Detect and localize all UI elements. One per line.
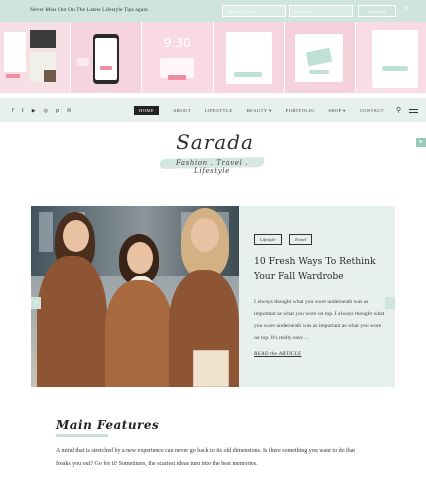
read-article-link[interactable]: READ the ARTICLE [254,351,386,357]
chevron-right-icon: › [388,299,392,306]
slider-next-button[interactable]: › [385,297,395,309]
instagram-icon[interactable]: ◎ [44,108,48,114]
youtube-icon[interactable]: ▶ [32,108,36,114]
close-icon[interactable]: × [404,3,409,12]
instagram-post[interactable] [284,22,356,93]
menu-item-lifestyle[interactable]: LIFESTYLE [205,108,233,113]
menu-item-shop[interactable]: SHOP ▾ [328,108,345,114]
newsletter-message: Never Miss Out On The Latest Lifestyle T… [30,7,148,13]
hamburger-menu-icon[interactable] [409,109,418,113]
menu-item-portfolio[interactable]: PORTFOLIO [286,108,315,113]
category-tag[interactable]: Travel [288,234,313,245]
main-navigation: f t ▶ ◎ p ✉ HOME ABOUT LIFESTYLE BEAUTY … [0,98,426,122]
slider-prev-button[interactable]: ‹ [31,297,41,309]
menu-item-about[interactable]: ABOUT [173,108,191,113]
subscribe-button[interactable]: Subscribe [358,5,396,17]
featured-post: Lifestyle Travel 10 Fresh Ways To Rethin… [254,234,386,357]
clock-text: 9:30 [163,36,191,50]
title-underline [56,434,108,437]
twitter-icon[interactable]: t [22,108,24,114]
instagram-post[interactable] [213,22,285,93]
post-excerpt: I always thought what you wore underneat… [254,299,385,341]
pinterest-icon[interactable]: p [56,108,59,114]
facebook-icon[interactable]: f [12,108,14,114]
menu: HOME ABOUT LIFESTYLE BEAUTY ▾ PORTFOLIO … [134,106,398,115]
newsletter-bar: Never Miss Out On The Latest Lifestyle T… [0,0,426,22]
instagram-feed: 9:30 [0,22,426,93]
post-title[interactable]: 10 Fresh Ways To Rethink Your Fall Wardr… [254,254,386,284]
instagram-post[interactable] [0,22,72,93]
search-icon[interactable]: ⚲ [396,106,401,114]
post-categories: Lifestyle Travel [254,234,386,245]
section-text: A mind that is stretched by a new experi… [56,448,356,467]
instagram-post[interactable]: 9:30 [142,22,214,93]
side-panel-toggle[interactable]: ▸ [416,138,426,147]
mail-icon[interactable]: ✉ [67,108,71,114]
instagram-post[interactable] [355,22,426,93]
menu-item-contact[interactable]: CONTACT [360,108,384,113]
menu-item-home[interactable]: HOME [134,106,160,115]
menu-item-beauty[interactable]: BEAUTY ▾ [247,108,272,114]
site-logo[interactable]: Sarada Fashion . Travel . Lifestyle [159,128,270,176]
instagram-post[interactable] [71,22,143,93]
social-links: f t ▶ ◎ p ✉ [12,108,71,114]
email-field[interactable]: Your Email [289,5,353,17]
logo-tagline: Fashion . Travel . Lifestyle [175,159,249,175]
category-tag[interactable]: Lifestyle [254,234,282,245]
chevron-right-icon: ▸ [419,139,423,145]
chevron-left-icon: ‹ [34,299,38,306]
section-title: Main Features [56,418,160,432]
logo-name: Sarada [176,130,254,154]
featured-slider: ‹ › Lifestyle Travel 10 Fresh Ways To Re… [31,206,395,387]
featured-image[interactable] [31,206,239,387]
first-name-field[interactable]: Your first Name [222,5,286,17]
